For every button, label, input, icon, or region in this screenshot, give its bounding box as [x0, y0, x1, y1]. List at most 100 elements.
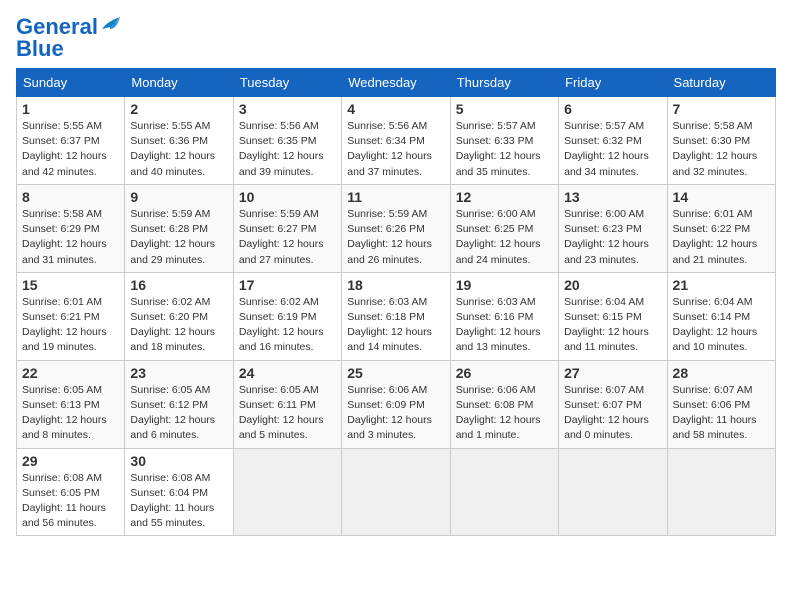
calendar-day-cell: 12 Sunrise: 6:00 AMSunset: 6:25 PMDaylig… [450, 184, 558, 272]
calendar-day-cell: 7 Sunrise: 5:58 AMSunset: 6:30 PMDayligh… [667, 97, 775, 185]
logo-bird-icon [100, 15, 122, 33]
calendar-day-cell: 28 Sunrise: 6:07 AMSunset: 6:06 PMDaylig… [667, 360, 775, 448]
day-number: 26 [456, 365, 553, 381]
calendar-week-row: 29 Sunrise: 6:08 AMSunset: 6:05 PMDaylig… [17, 448, 776, 536]
calendar-day-cell: 29 Sunrise: 6:08 AMSunset: 6:05 PMDaylig… [17, 448, 125, 536]
day-number: 19 [456, 277, 553, 293]
day-number: 4 [347, 101, 444, 117]
calendar-day-cell: 13 Sunrise: 6:00 AMSunset: 6:23 PMDaylig… [559, 184, 667, 272]
day-info: Sunrise: 5:57 AMSunset: 6:32 PMDaylight:… [564, 120, 649, 178]
calendar-day-cell: 16 Sunrise: 6:02 AMSunset: 6:20 PMDaylig… [125, 272, 233, 360]
day-number: 14 [673, 189, 770, 205]
day-info: Sunrise: 5:59 AMSunset: 6:26 PMDaylight:… [347, 208, 432, 266]
empty-day-cell [667, 448, 775, 536]
calendar-day-cell: 26 Sunrise: 6:06 AMSunset: 6:08 PMDaylig… [450, 360, 558, 448]
day-number: 13 [564, 189, 661, 205]
day-info: Sunrise: 5:58 AMSunset: 6:29 PMDaylight:… [22, 208, 107, 266]
day-info: Sunrise: 5:59 AMSunset: 6:27 PMDaylight:… [239, 208, 324, 266]
day-info: Sunrise: 6:05 AMSunset: 6:12 PMDaylight:… [130, 384, 215, 442]
day-info: Sunrise: 5:56 AMSunset: 6:34 PMDaylight:… [347, 120, 432, 178]
day-info: Sunrise: 6:08 AMSunset: 6:04 PMDaylight:… [130, 472, 214, 530]
day-info: Sunrise: 6:03 AMSunset: 6:16 PMDaylight:… [456, 296, 541, 354]
calendar-week-row: 15 Sunrise: 6:01 AMSunset: 6:21 PMDaylig… [17, 272, 776, 360]
calendar-day-cell: 2 Sunrise: 5:55 AMSunset: 6:36 PMDayligh… [125, 97, 233, 185]
weekday-header-cell: Monday [125, 69, 233, 97]
day-number: 17 [239, 277, 336, 293]
weekday-header-cell: Sunday [17, 69, 125, 97]
calendar-week-row: 22 Sunrise: 6:05 AMSunset: 6:13 PMDaylig… [17, 360, 776, 448]
calendar-table: SundayMondayTuesdayWednesdayThursdayFrid… [16, 68, 776, 536]
day-info: Sunrise: 6:03 AMSunset: 6:18 PMDaylight:… [347, 296, 432, 354]
empty-day-cell [559, 448, 667, 536]
day-number: 25 [347, 365, 444, 381]
day-info: Sunrise: 5:55 AMSunset: 6:36 PMDaylight:… [130, 120, 215, 178]
calendar-day-cell: 8 Sunrise: 5:58 AMSunset: 6:29 PMDayligh… [17, 184, 125, 272]
day-info: Sunrise: 6:04 AMSunset: 6:14 PMDaylight:… [673, 296, 758, 354]
calendar-day-cell: 15 Sunrise: 6:01 AMSunset: 6:21 PMDaylig… [17, 272, 125, 360]
calendar-day-cell: 25 Sunrise: 6:06 AMSunset: 6:09 PMDaylig… [342, 360, 450, 448]
weekday-header-row: SundayMondayTuesdayWednesdayThursdayFrid… [17, 69, 776, 97]
day-number: 6 [564, 101, 661, 117]
day-info: Sunrise: 5:56 AMSunset: 6:35 PMDaylight:… [239, 120, 324, 178]
calendar-week-row: 8 Sunrise: 5:58 AMSunset: 6:29 PMDayligh… [17, 184, 776, 272]
calendar-day-cell: 17 Sunrise: 6:02 AMSunset: 6:19 PMDaylig… [233, 272, 341, 360]
day-number: 16 [130, 277, 227, 293]
day-number: 12 [456, 189, 553, 205]
day-number: 7 [673, 101, 770, 117]
calendar-day-cell: 24 Sunrise: 6:05 AMSunset: 6:11 PMDaylig… [233, 360, 341, 448]
day-info: Sunrise: 5:55 AMSunset: 6:37 PMDaylight:… [22, 120, 107, 178]
calendar-day-cell: 6 Sunrise: 5:57 AMSunset: 6:32 PMDayligh… [559, 97, 667, 185]
calendar-day-cell: 22 Sunrise: 6:05 AMSunset: 6:13 PMDaylig… [17, 360, 125, 448]
day-number: 2 [130, 101, 227, 117]
weekday-header-cell: Thursday [450, 69, 558, 97]
calendar-day-cell: 4 Sunrise: 5:56 AMSunset: 6:34 PMDayligh… [342, 97, 450, 185]
page-header: General Blue [16, 16, 776, 60]
day-info: Sunrise: 6:04 AMSunset: 6:15 PMDaylight:… [564, 296, 649, 354]
weekday-header-cell: Wednesday [342, 69, 450, 97]
calendar-day-cell: 20 Sunrise: 6:04 AMSunset: 6:15 PMDaylig… [559, 272, 667, 360]
day-info: Sunrise: 6:06 AMSunset: 6:09 PMDaylight:… [347, 384, 432, 442]
day-info: Sunrise: 6:07 AMSunset: 6:07 PMDaylight:… [564, 384, 649, 442]
day-info: Sunrise: 6:08 AMSunset: 6:05 PMDaylight:… [22, 472, 106, 530]
day-number: 24 [239, 365, 336, 381]
day-info: Sunrise: 5:58 AMSunset: 6:30 PMDaylight:… [673, 120, 758, 178]
calendar-day-cell: 10 Sunrise: 5:59 AMSunset: 6:27 PMDaylig… [233, 184, 341, 272]
calendar-day-cell: 27 Sunrise: 6:07 AMSunset: 6:07 PMDaylig… [559, 360, 667, 448]
weekday-header-cell: Friday [559, 69, 667, 97]
day-number: 15 [22, 277, 119, 293]
calendar-day-cell: 1 Sunrise: 5:55 AMSunset: 6:37 PMDayligh… [17, 97, 125, 185]
day-info: Sunrise: 6:00 AMSunset: 6:23 PMDaylight:… [564, 208, 649, 266]
weekday-header-cell: Saturday [667, 69, 775, 97]
day-number: 8 [22, 189, 119, 205]
logo-text: General [16, 16, 98, 38]
day-number: 28 [673, 365, 770, 381]
day-number: 29 [22, 453, 119, 469]
day-number: 23 [130, 365, 227, 381]
day-info: Sunrise: 5:57 AMSunset: 6:33 PMDaylight:… [456, 120, 541, 178]
logo-blue-text: Blue [16, 38, 64, 60]
day-info: Sunrise: 6:01 AMSunset: 6:22 PMDaylight:… [673, 208, 758, 266]
day-number: 3 [239, 101, 336, 117]
calendar-day-cell: 18 Sunrise: 6:03 AMSunset: 6:18 PMDaylig… [342, 272, 450, 360]
empty-day-cell [342, 448, 450, 536]
day-number: 11 [347, 189, 444, 205]
empty-day-cell [233, 448, 341, 536]
day-number: 18 [347, 277, 444, 293]
empty-day-cell [450, 448, 558, 536]
day-number: 9 [130, 189, 227, 205]
calendar-day-cell: 11 Sunrise: 5:59 AMSunset: 6:26 PMDaylig… [342, 184, 450, 272]
day-info: Sunrise: 6:05 AMSunset: 6:11 PMDaylight:… [239, 384, 324, 442]
day-info: Sunrise: 6:05 AMSunset: 6:13 PMDaylight:… [22, 384, 107, 442]
calendar-week-row: 1 Sunrise: 5:55 AMSunset: 6:37 PMDayligh… [17, 97, 776, 185]
calendar-day-cell: 19 Sunrise: 6:03 AMSunset: 6:16 PMDaylig… [450, 272, 558, 360]
day-number: 22 [22, 365, 119, 381]
calendar-body: 1 Sunrise: 5:55 AMSunset: 6:37 PMDayligh… [17, 97, 776, 536]
day-number: 20 [564, 277, 661, 293]
calendar-day-cell: 21 Sunrise: 6:04 AMSunset: 6:14 PMDaylig… [667, 272, 775, 360]
calendar-day-cell: 30 Sunrise: 6:08 AMSunset: 6:04 PMDaylig… [125, 448, 233, 536]
day-number: 30 [130, 453, 227, 469]
day-number: 27 [564, 365, 661, 381]
calendar-day-cell: 9 Sunrise: 5:59 AMSunset: 6:28 PMDayligh… [125, 184, 233, 272]
calendar-day-cell: 3 Sunrise: 5:56 AMSunset: 6:35 PMDayligh… [233, 97, 341, 185]
weekday-header-cell: Tuesday [233, 69, 341, 97]
